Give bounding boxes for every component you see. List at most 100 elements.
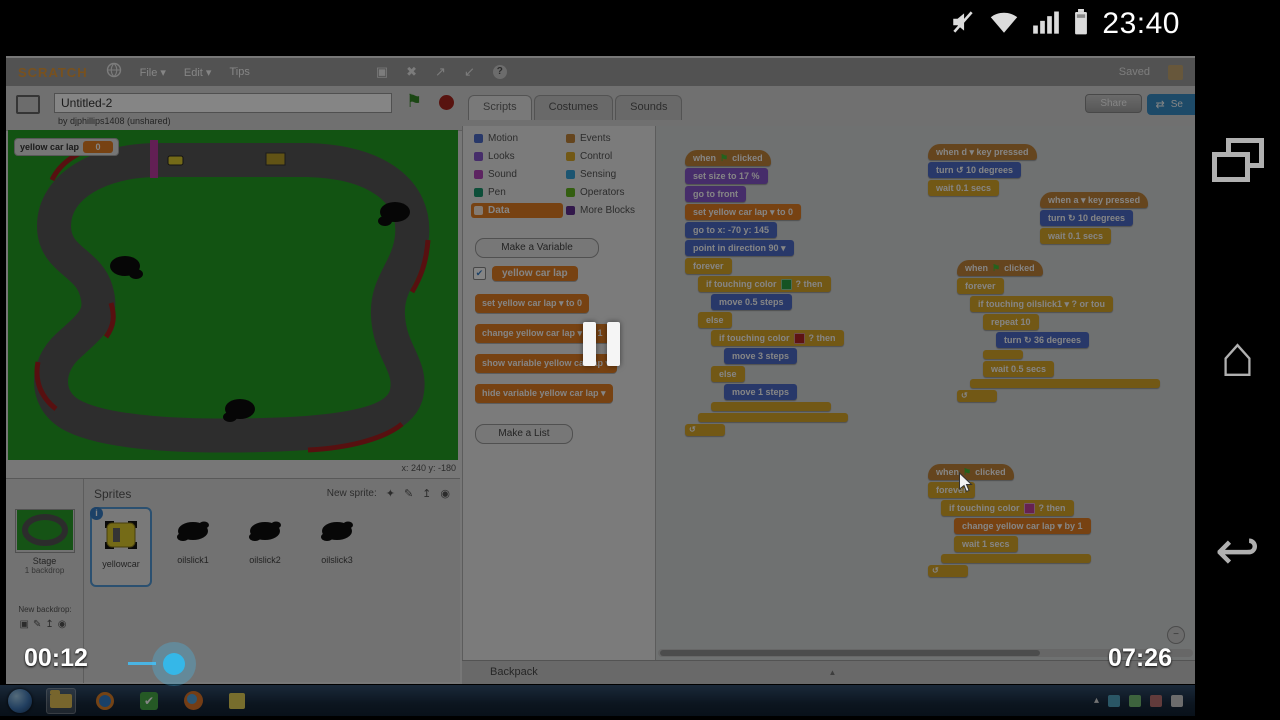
- sprite-library-icon[interactable]: ✦: [386, 487, 395, 500]
- user-icon[interactable]: [1168, 64, 1183, 80]
- script-block[interactable]: set yellow car lap ▾ to 0: [685, 204, 802, 220]
- stage-size-toggle-icon[interactable]: [16, 95, 40, 114]
- script-block[interactable]: go to front: [685, 186, 746, 202]
- variable-checkbox[interactable]: ✔: [473, 267, 486, 280]
- script-block[interactable]: go to x: -70 y: 145: [685, 222, 778, 238]
- backpack-collapse-icon[interactable]: ▲: [829, 668, 837, 677]
- script-stack[interactable]: when ⚑ clicked set size to 17 % go to front s…: [685, 148, 848, 436]
- script-block[interactable]: else: [711, 366, 745, 382]
- script-block[interactable]: change yellow car lap ▾ by 1: [954, 518, 1091, 534]
- tab-sounds[interactable]: Sounds: [615, 95, 683, 120]
- hat-block[interactable]: when d ▾ key pressed: [928, 144, 1037, 160]
- script-block[interactable]: if touching color? then: [711, 330, 844, 346]
- script-block[interactable]: turn ↺ 10 degrees: [928, 162, 1022, 178]
- script-block[interactable]: [983, 350, 1023, 359]
- sprite-card-oilslick2[interactable]: oilslick2: [234, 507, 296, 587]
- see-project-page-button[interactable]: ⇄ Se: [1146, 94, 1195, 115]
- tray-icon-2[interactable]: [1129, 694, 1141, 707]
- script-block[interactable]: else: [698, 312, 732, 328]
- script-block[interactable]: turn ↻ 10 degrees: [1040, 210, 1134, 226]
- variable-reporter[interactable]: yellow car lap: [492, 266, 578, 281]
- stop-button[interactable]: [439, 95, 454, 110]
- script-block[interactable]: move 0.5 steps: [711, 294, 792, 310]
- make-variable-button[interactable]: Make a Variable: [475, 238, 599, 258]
- category-events[interactable]: Events: [563, 131, 651, 146]
- script-block[interactable]: wait 0.5 secs: [983, 361, 1055, 377]
- sprite-info-icon[interactable]: i: [90, 507, 103, 520]
- script-block[interactable]: ↺: [957, 390, 997, 402]
- duplicate-tool-icon[interactable]: ▣: [376, 64, 388, 80]
- category-more-blocks[interactable]: More Blocks: [563, 203, 651, 218]
- script-block[interactable]: [698, 413, 848, 422]
- script-stack[interactable]: when d ▾ key pressed turn ↺ 10 degrees wai…: [928, 142, 1037, 196]
- hat-block[interactable]: when a ▾ key pressed: [1040, 192, 1149, 208]
- menu-tips[interactable]: Tips: [229, 66, 249, 78]
- script-block[interactable]: point in direction 90 ▾: [685, 240, 794, 256]
- language-globe-icon[interactable]: [106, 62, 122, 83]
- menu-edit[interactable]: Edit ▾: [184, 66, 212, 79]
- script-block[interactable]: [970, 379, 1160, 388]
- script-block[interactable]: turn ↻ 36 degrees: [996, 332, 1090, 348]
- script-stack[interactable]: when ⚑ clicked forever if touching oilslick1…: [957, 258, 1160, 402]
- tab-costumes[interactable]: Costumes: [533, 95, 614, 120]
- script-block[interactable]: if touching color? then: [698, 276, 831, 292]
- script-block[interactable]: wait 0.1 secs: [1040, 228, 1112, 244]
- sprite-card-yellowcar[interactable]: i yellowcar: [90, 507, 152, 587]
- script-block[interactable]: if touching color? then: [941, 500, 1074, 516]
- backpack-bar[interactable]: Backpack ▲: [462, 660, 1195, 684]
- seek-handle[interactable]: [152, 642, 196, 686]
- script-block[interactable]: set size to 17 %: [685, 168, 768, 184]
- grow-tool-icon[interactable]: ↗: [435, 64, 446, 80]
- category-sound[interactable]: Sound: [471, 167, 563, 182]
- category-operators[interactable]: Operators: [563, 185, 651, 200]
- camera-sprite-icon[interactable]: ◉: [440, 487, 450, 500]
- sprite-card-oilslick3[interactable]: oilslick3: [306, 507, 368, 587]
- script-block[interactable]: forever: [928, 482, 975, 498]
- tab-scripts[interactable]: Scripts: [468, 95, 532, 120]
- variable-monitor[interactable]: yellow car lap 0: [14, 138, 120, 156]
- start-button[interactable]: [8, 688, 32, 713]
- script-stack[interactable]: when ⚑ clicked forever if touching color? th…: [928, 462, 1091, 577]
- palette-block[interactable]: set yellow car lap ▾ to 0: [475, 294, 590, 313]
- video-player[interactable]: SCRATCH File ▾ Edit ▾ Tips ▣ ✖ ↗ ↙ ? Sav…: [0, 48, 1195, 717]
- home-button[interactable]: ⌂: [1195, 328, 1280, 386]
- taskbar-firefox-button[interactable]: [178, 688, 208, 714]
- script-stack[interactable]: when a ▾ key pressed turn ↻ 10 degrees wai…: [1040, 190, 1149, 244]
- script-block[interactable]: move 3 steps: [724, 348, 798, 364]
- palette-block[interactable]: hide variable yellow car lap ▾: [475, 384, 613, 403]
- taskbar-notes-button[interactable]: [222, 688, 252, 714]
- stage-thumbnail[interactable]: [14, 509, 75, 553]
- category-data[interactable]: Data: [471, 203, 563, 218]
- block-help-icon[interactable]: ?: [492, 65, 507, 79]
- script-block[interactable]: forever: [957, 278, 1004, 294]
- pause-button[interactable]: [583, 322, 621, 366]
- category-control[interactable]: Control: [563, 149, 651, 164]
- make-list-button[interactable]: Make a List: [475, 424, 573, 444]
- delete-tool-icon[interactable]: ✖: [406, 64, 417, 80]
- tray-icon-3[interactable]: [1150, 694, 1162, 707]
- tray-expand-icon[interactable]: ▴: [1094, 695, 1099, 706]
- share-button[interactable]: Share: [1085, 94, 1142, 113]
- script-block[interactable]: [711, 402, 831, 411]
- stage[interactable]: yellow car lap 0: [8, 130, 458, 460]
- scrollbar-thumb[interactable]: [660, 650, 1040, 656]
- canvas-scrollbar[interactable]: [658, 649, 1193, 657]
- script-block[interactable]: wait 0.1 secs: [928, 180, 1000, 196]
- recents-button[interactable]: [1195, 138, 1280, 182]
- hat-block[interactable]: when ⚑ clicked: [685, 150, 771, 166]
- tray-icon-1[interactable]: [1108, 694, 1120, 707]
- hat-block[interactable]: when ⚑ clicked: [928, 464, 1014, 480]
- upload-sprite-icon[interactable]: ↥: [422, 487, 431, 500]
- zoom-control-icon[interactable]: −: [1167, 626, 1185, 644]
- script-block[interactable]: ↺: [685, 424, 725, 436]
- paint-sprite-icon[interactable]: ✎: [404, 487, 413, 500]
- category-sensing[interactable]: Sensing: [563, 167, 651, 182]
- script-block[interactable]: if touching oilslick1 ▾ ? or tou: [970, 296, 1114, 312]
- stage-selector[interactable]: Stage 1 backdrop New backdrop: ▣✎↥◉: [6, 479, 84, 683]
- sprite-card-oilslick1[interactable]: oilslick1: [162, 507, 224, 587]
- taskbar-folder-button[interactable]: [46, 687, 76, 714]
- green-flag-button[interactable]: ⚑: [406, 91, 422, 112]
- tray-icon-4[interactable]: [1171, 694, 1183, 707]
- hat-block[interactable]: when ⚑ clicked: [957, 260, 1043, 276]
- script-block[interactable]: forever: [685, 258, 732, 274]
